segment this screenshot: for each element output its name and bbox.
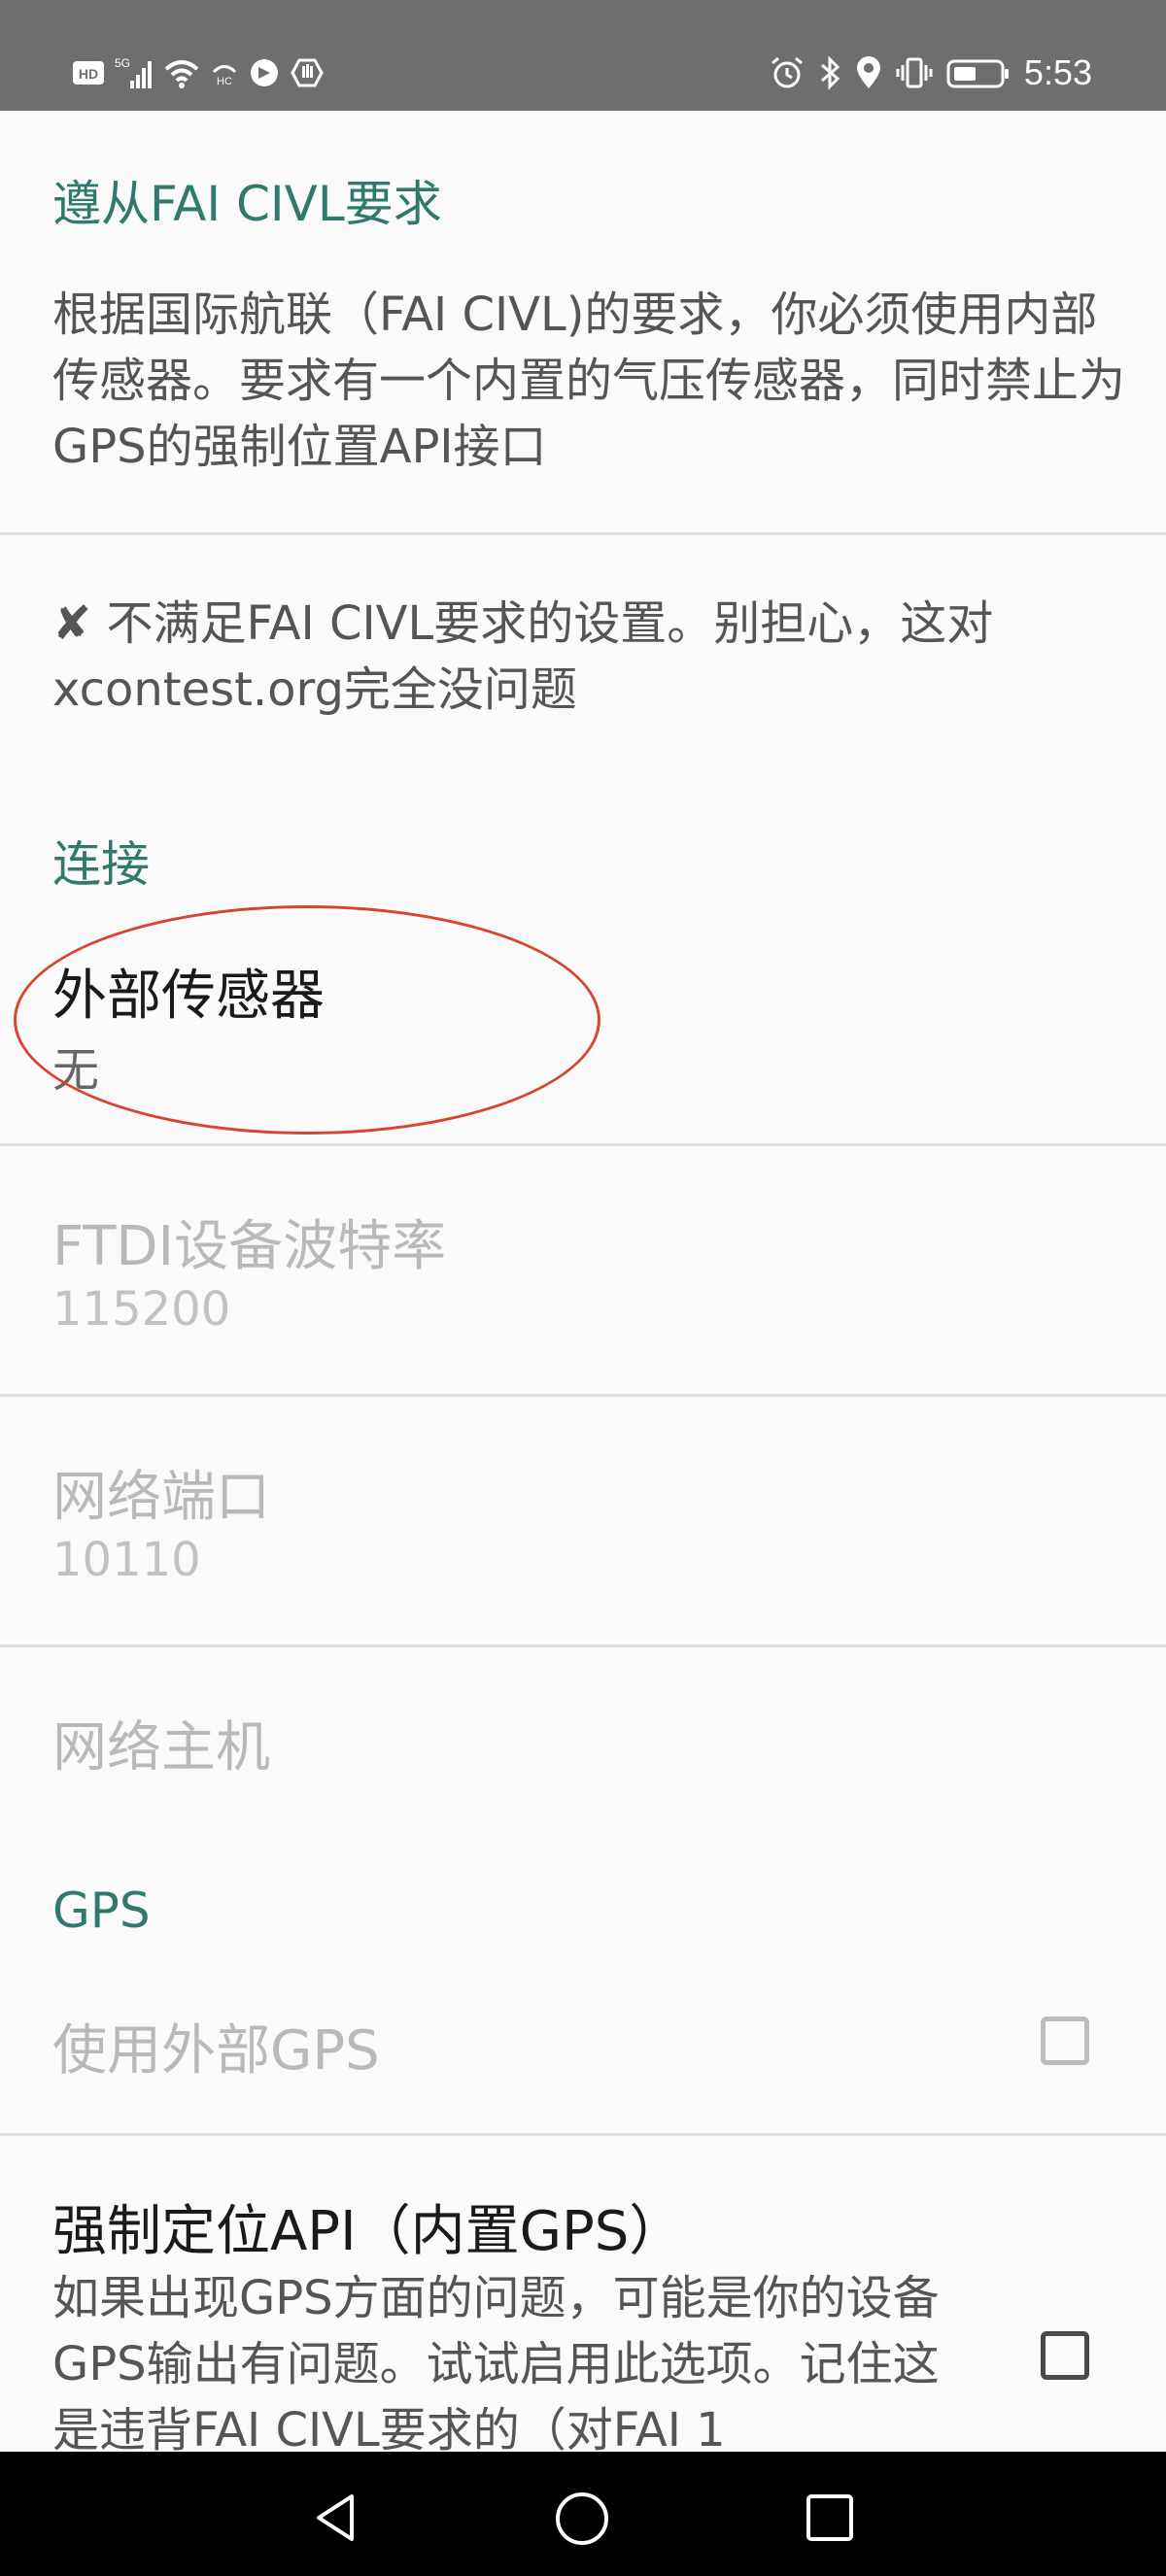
force-location-api-checkbox[interactable] [1041,2331,1089,2380]
section-header-gps: GPS [52,1882,151,1939]
section-header-connection: 连接 [52,836,150,893]
pref-use-external-gps-title: 使用外部GPS [52,2019,380,2083]
svg-text:HD: HD [79,66,98,82]
back-icon[interactable] [309,2491,363,2545]
pref-force-location-api-title: 强制定位API（内置GPS） [52,2200,684,2263]
battery-icon [946,59,1009,88]
fai-description: 根据国际航联（FAI CIVL)的要求，你必须使用内部传感器。要求有一个内置的气… [52,288,1126,474]
pref-network-host-title: 网络主机 [52,1716,270,1779]
home-icon[interactable] [554,2491,610,2547]
use-external-gps-checkbox[interactable] [1041,2017,1089,2065]
cross-icon: ✘ [52,596,92,651]
divider [0,1394,1166,1397]
settings-list[interactable]: 遵从FAI CIVL要求 根据国际航联（FAI CIVL)的要求，你必须使用内部… [0,111,1166,2452]
hd-icon: HD [73,61,104,85]
fai-status: ✘ 不满足FAI CIVL要求的设置。别担心，这对xcontest.org完全没… [52,591,1131,723]
svg-text:HC: HC [217,76,232,87]
recents-icon[interactable] [805,2492,855,2543]
divider [0,2133,1166,2136]
section-header-fai: 遵从FAI CIVL要求 [52,176,442,232]
pref-ftdi-baud-summary: 115200 [52,1282,231,1337]
pref-ftdi-baud-title: FTDI设备波特率 [52,1215,447,1278]
pref-force-location-api-summary: 如果出现GPS方面的问题，可能是你的设备GPS输出有问题。试试启用此选项。记住这… [52,2271,940,2452]
fai-status-text: 不满足FAI CIVL要求的设置。别担心，这对xcontest.org完全没问题 [52,596,994,717]
hc-icon: HC [212,65,237,87]
divider [0,1644,1166,1647]
wifi-icon [164,60,199,88]
pref-network-port-summary: 10110 [52,1533,201,1587]
location-icon [856,56,880,88]
divider [0,1143,1166,1146]
hand-icon [291,58,324,87]
divider [0,532,1166,535]
pref-network-port-title: 网络端口 [52,1466,270,1529]
signal-5g-icon: 5G [115,56,152,88]
bluetooth-icon [820,55,840,90]
svg-text:5G: 5G [115,56,130,70]
navigation-bar [0,2452,1166,2576]
alarm-icon [771,56,803,88]
app-icon [251,59,278,86]
status-bar: HD 5G HC 5:53 [0,0,1166,111]
vibrate-icon [896,57,933,88]
status-bar-right: 5:53 [770,51,1092,95]
status-bar-left: HD 5G HC [72,51,325,95]
status-time: 5:53 [1023,52,1092,92]
highlight-ellipse [14,905,600,1135]
